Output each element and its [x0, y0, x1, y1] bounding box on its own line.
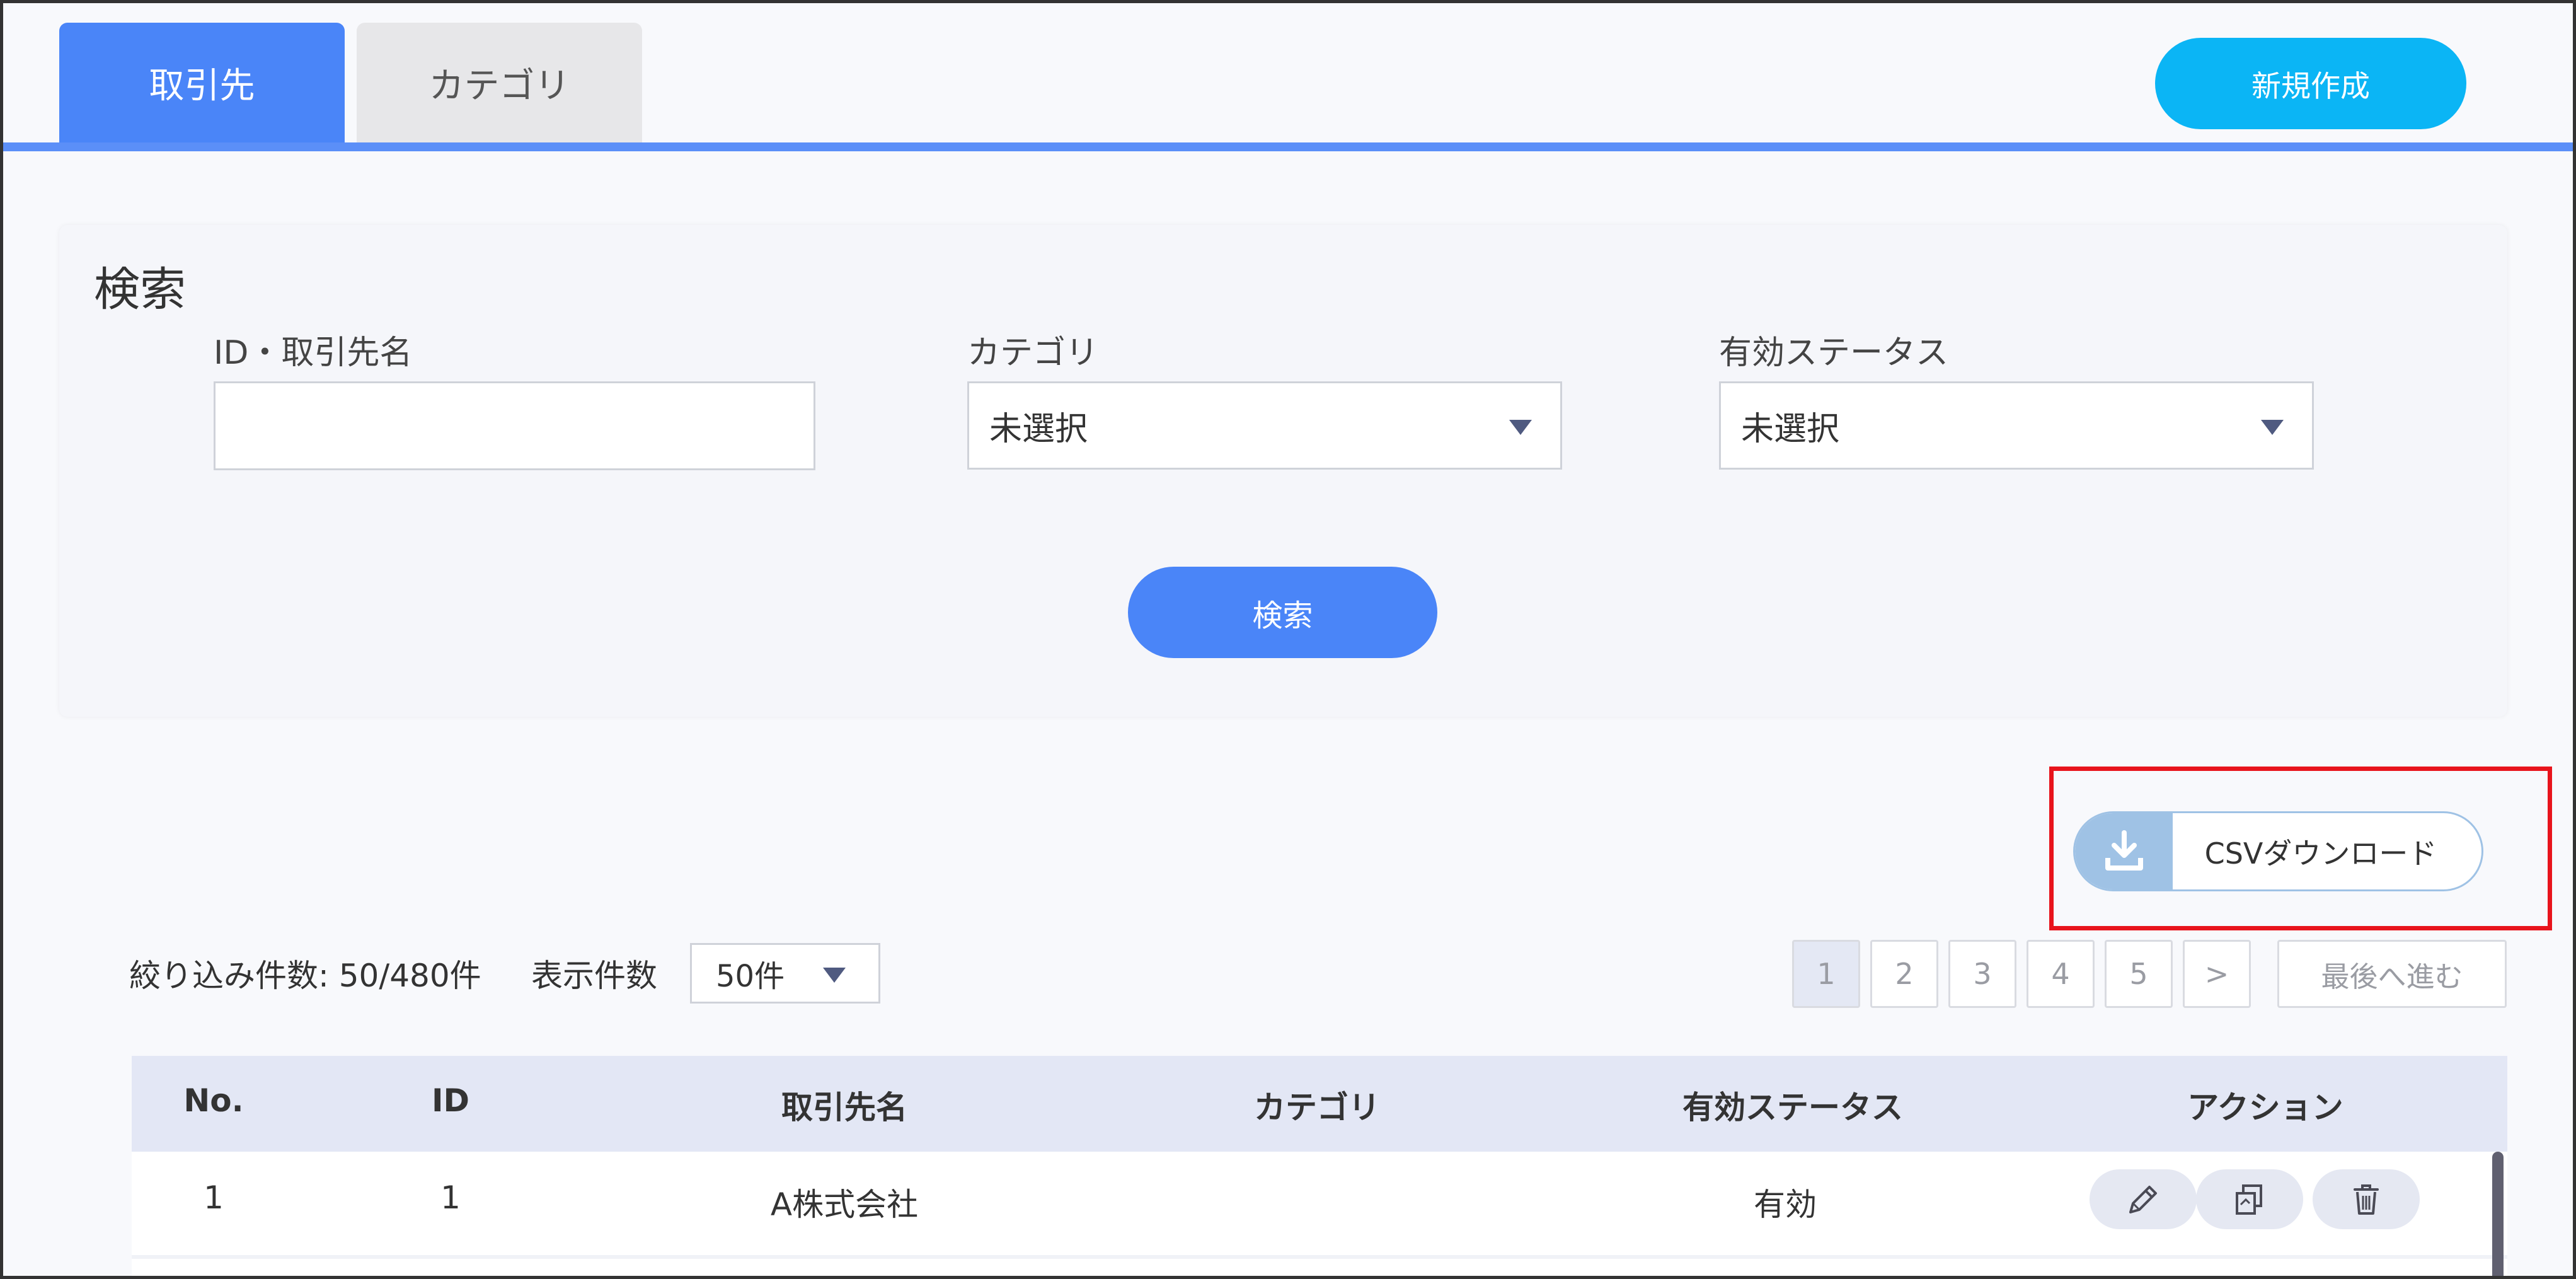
last-page-button[interactable]: 最後へ進む: [2277, 940, 2507, 1008]
page-button-1[interactable]: 1: [1792, 940, 1860, 1008]
trash-icon: [2354, 1184, 2379, 1215]
keyword-input[interactable]: [214, 381, 815, 470]
delete-button[interactable]: [2313, 1169, 2420, 1229]
status-label: 有効ステータス: [1719, 334, 1949, 372]
category-select-value: 未選択: [989, 410, 1088, 448]
csv-download-label: CSVダウンロード: [2204, 836, 2437, 871]
page-button-5[interactable]: 5: [2105, 940, 2173, 1008]
category-label: カテゴリ: [967, 334, 1099, 372]
column-header-id: ID: [431, 1082, 470, 1119]
result-count: 絞り込み件数: 50/480件: [129, 958, 481, 994]
keyword-label: ID・取引先名: [214, 334, 413, 372]
category-select[interactable]: 未選択: [967, 381, 1562, 470]
search-button[interactable]: 検索: [1128, 567, 1437, 658]
column-header-category: カテゴリ: [1254, 1089, 1380, 1126]
copy-button[interactable]: [2196, 1169, 2303, 1229]
cell-status: 有効: [1754, 1186, 1817, 1223]
search-title: 検索: [94, 263, 186, 316]
caret-down-icon: [823, 968, 846, 983]
scrollbar[interactable]: [2492, 1152, 2504, 1276]
page-button-2[interactable]: 2: [1870, 940, 1938, 1008]
caret-down-icon: [2261, 420, 2284, 435]
cell-no: 1: [204, 1179, 224, 1216]
tab-underline: [3, 142, 2573, 151]
status-select[interactable]: 未選択: [1719, 381, 2314, 470]
download-icon: [2075, 813, 2173, 889]
column-header-status: 有効ステータス: [1682, 1089, 1903, 1126]
cell-id: 1: [440, 1179, 461, 1216]
copy-icon: [2236, 1184, 2262, 1215]
per-page-select[interactable]: 50件: [690, 943, 880, 1004]
app-frame: 取引先 カテゴリ 新規作成 検索 ID・取引先名 カテゴリ 未選択 有効ステータ…: [0, 0, 2576, 1279]
column-header-no: No.: [183, 1082, 244, 1119]
status-select-value: 未選択: [1741, 410, 1840, 448]
tab-partners[interactable]: 取引先: [59, 23, 345, 142]
per-page-value: 50件: [716, 959, 785, 994]
cell-name: A株式会社: [770, 1186, 919, 1223]
new-button[interactable]: 新規作成: [2155, 38, 2466, 129]
column-header-name: 取引先名: [781, 1089, 907, 1126]
next-page-button[interactable]: >: [2183, 940, 2251, 1008]
column-header-action: アクション: [2187, 1089, 2343, 1126]
page-button-4[interactable]: 4: [2027, 940, 2095, 1008]
caret-down-icon: [1509, 420, 1532, 435]
page-button-3[interactable]: 3: [1948, 940, 2016, 1008]
tab-category[interactable]: カテゴリ: [357, 23, 642, 142]
per-page-label: 表示件数: [531, 958, 657, 994]
row-divider: [132, 1255, 2507, 1259]
csv-download-button[interactable]: CSVダウンロード: [2073, 811, 2483, 891]
edit-button[interactable]: [2090, 1169, 2197, 1229]
pencil-icon: [2129, 1185, 2157, 1213]
